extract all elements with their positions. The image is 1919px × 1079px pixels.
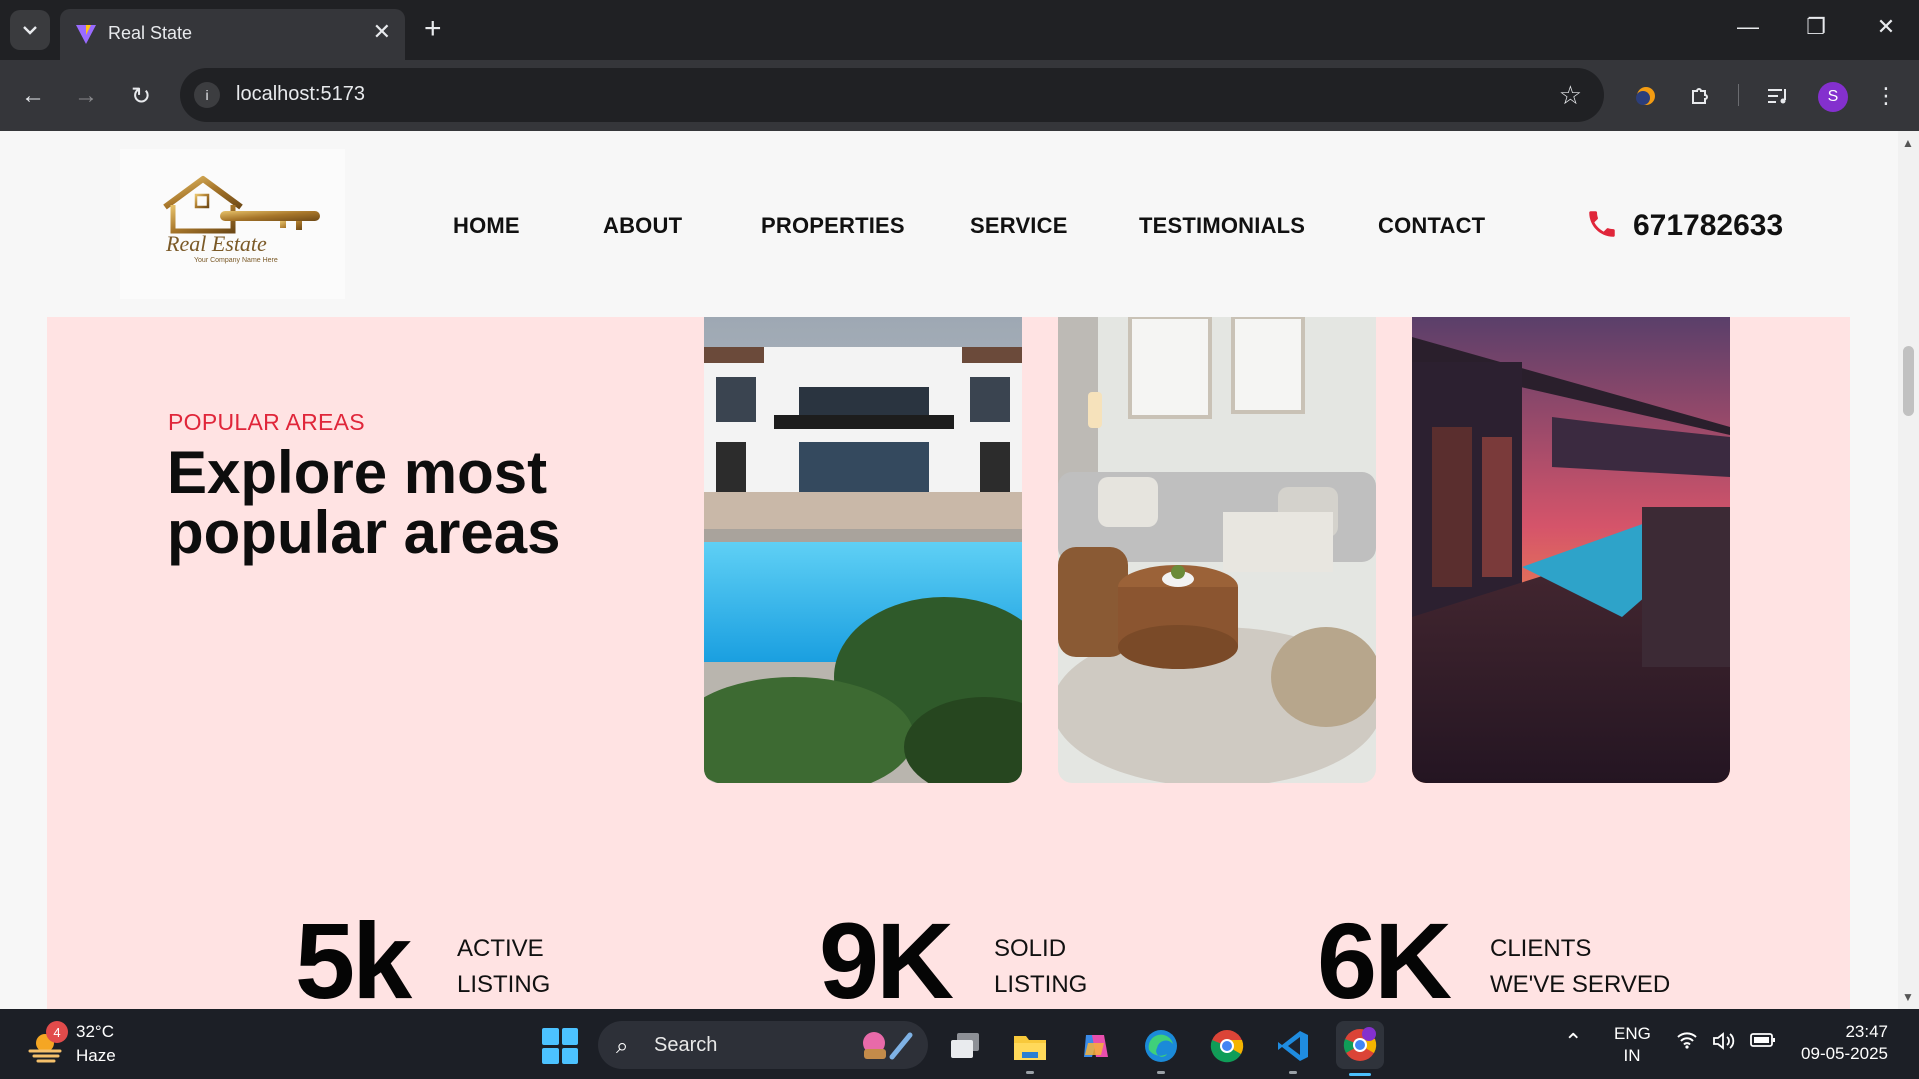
logo-subtext: Your Company Name Here bbox=[194, 257, 278, 264]
nav-contact[interactable]: CONTACT bbox=[1378, 213, 1485, 239]
windows-start-icon[interactable] bbox=[542, 1028, 578, 1064]
battery-icon[interactable] bbox=[1750, 1031, 1776, 1054]
stat-label-line: LISTING bbox=[457, 971, 551, 998]
stat-label-line: CLIENTS bbox=[1490, 935, 1592, 962]
scroll-thumb[interactable] bbox=[1903, 346, 1914, 416]
new-tab-button[interactable]: + bbox=[424, 14, 442, 44]
more-menu-icon[interactable]: ⋮ bbox=[1870, 80, 1902, 112]
stat-solid-listing-value: 9K bbox=[819, 900, 954, 1010]
villa-pool-image bbox=[704, 317, 1022, 783]
area-card-living-room[interactable] bbox=[1058, 317, 1376, 783]
nav-properties[interactable]: PROPERTIES bbox=[761, 213, 905, 239]
clock-time: 23:47 bbox=[1845, 1022, 1888, 1041]
stat-active-listing-label: ACTIVE LISTING bbox=[457, 931, 550, 1003]
back-arrow-icon[interactable]: ← bbox=[15, 78, 51, 114]
site-header: Real Estate Your Company Name Here HOME … bbox=[0, 131, 1898, 317]
nav-home[interactable]: HOME bbox=[453, 213, 520, 239]
tab-search-menu-button[interactable] bbox=[10, 10, 50, 50]
section-headline: Explore most popular areas bbox=[167, 443, 587, 563]
site-info-icon[interactable]: i bbox=[194, 82, 220, 108]
weather-condition[interactable]: Haze bbox=[76, 1046, 116, 1066]
browser-tab[interactable]: Real State ✕ bbox=[60, 9, 405, 60]
os-taskbar: 4 32°C Haze ⌕ Search ⌃ ENG IN 23:47 09-0… bbox=[0, 1009, 1919, 1079]
active-indicator bbox=[1349, 1073, 1371, 1076]
page-viewport: Real Estate Your Company Name Here HOME … bbox=[0, 131, 1898, 1009]
stat-label-line: WE'VE SERVED bbox=[1490, 971, 1671, 998]
weather-notification-badge: 4 bbox=[46, 1021, 68, 1043]
stat-clients-served-label: CLIENTS WE'VE SERVED bbox=[1490, 931, 1670, 1003]
running-indicator bbox=[1157, 1071, 1165, 1074]
tab-close-icon[interactable]: ✕ bbox=[373, 20, 391, 44]
file-explorer-icon[interactable] bbox=[1009, 1025, 1051, 1074]
stat-clients-served-value: 6K bbox=[1317, 900, 1452, 1010]
volume-icon[interactable] bbox=[1712, 1031, 1736, 1057]
media-control-icon[interactable] bbox=[1762, 80, 1794, 112]
stat-label-line: ACTIVE bbox=[457, 935, 544, 962]
forward-arrow-icon[interactable]: → bbox=[68, 78, 104, 114]
address-bar[interactable]: i localhost:5173 ☆ bbox=[180, 68, 1604, 122]
running-indicator bbox=[1026, 1071, 1034, 1074]
scroll-up-arrow-icon[interactable]: ▲ bbox=[1902, 136, 1914, 150]
phone-number[interactable]: 671782633 bbox=[1633, 209, 1783, 243]
house-key-logo-icon bbox=[163, 176, 320, 260]
tab-title: Real State bbox=[108, 23, 193, 43]
region-code: IN bbox=[1623, 1046, 1641, 1065]
extensions-puzzle-icon[interactable] bbox=[1684, 80, 1716, 112]
toolbar-divider bbox=[1738, 84, 1739, 106]
taskbar-search[interactable]: ⌕ Search bbox=[598, 1021, 928, 1069]
search-highlight-icon bbox=[863, 1032, 913, 1060]
weather-temperature[interactable]: 32°C bbox=[76, 1022, 114, 1042]
logo-text: Real Estate bbox=[166, 231, 267, 256]
nav-service[interactable]: SERVICE bbox=[970, 213, 1068, 239]
area-card-villa[interactable] bbox=[704, 317, 1022, 783]
language-code: ENG bbox=[1614, 1024, 1651, 1043]
profile-avatar[interactable]: S bbox=[1818, 82, 1848, 112]
chrome-icon[interactable] bbox=[1206, 1025, 1248, 1067]
minimize-window-icon[interactable]: — bbox=[1728, 14, 1768, 40]
system-clock[interactable]: 23:47 09-05-2025 bbox=[1796, 1021, 1888, 1065]
vite-favicon-icon bbox=[76, 25, 96, 44]
chevron-down-icon bbox=[23, 26, 37, 35]
phone-icon bbox=[1589, 211, 1615, 237]
running-indicator bbox=[1289, 1071, 1297, 1074]
close-window-icon[interactable]: ✕ bbox=[1866, 14, 1906, 40]
browser-tab-bar: Real State ✕ + — ❐ ✕ bbox=[0, 0, 1919, 60]
stat-active-listing-value: 5k bbox=[295, 900, 412, 1010]
headline-line-2: popular areas bbox=[167, 499, 561, 566]
section-eyebrow: POPULAR AREAS bbox=[168, 409, 365, 435]
reload-icon[interactable]: ↻ bbox=[123, 78, 159, 114]
browser-toolbar: ← → ↻ i localhost:5173 ☆ S ⋮ bbox=[0, 60, 1919, 131]
extension-orb-icon[interactable] bbox=[1630, 80, 1662, 112]
language-indicator[interactable]: ENG IN bbox=[1614, 1023, 1651, 1067]
vscode-icon[interactable] bbox=[1272, 1025, 1314, 1074]
popular-areas-section: POPULAR AREAS Explore most popular areas bbox=[47, 317, 1850, 1009]
wifi-icon[interactable] bbox=[1676, 1031, 1698, 1055]
bookmark-star-icon[interactable]: ☆ bbox=[1559, 80, 1582, 111]
copilot-icon[interactable] bbox=[1074, 1025, 1116, 1067]
stat-label-line: SOLID bbox=[994, 935, 1067, 962]
search-label: Search bbox=[654, 1034, 718, 1056]
task-view-icon[interactable] bbox=[944, 1025, 986, 1067]
tray-overflow-chevron-icon[interactable]: ⌃ bbox=[1564, 1029, 1582, 1055]
nav-about[interactable]: ABOUT bbox=[603, 213, 682, 239]
stat-solid-listing-label: SOLID LISTING bbox=[994, 931, 1087, 1003]
search-icon: ⌕ bbox=[616, 1033, 629, 1058]
chrome-profile-active-icon[interactable] bbox=[1336, 1021, 1384, 1076]
scroll-down-arrow-icon[interactable]: ▼ bbox=[1902, 990, 1914, 1004]
site-logo[interactable]: Real Estate Your Company Name Here bbox=[120, 149, 345, 299]
nav-testimonials[interactable]: TESTIMONIALS bbox=[1139, 213, 1305, 239]
clock-date: 09-05-2025 bbox=[1801, 1044, 1888, 1063]
restore-window-icon[interactable]: ❐ bbox=[1796, 14, 1836, 40]
page-scrollbar[interactable]: ▲ ▼ bbox=[1898, 131, 1919, 1009]
address-url[interactable]: localhost:5173 bbox=[236, 83, 365, 106]
edge-browser-icon[interactable] bbox=[1140, 1025, 1182, 1074]
sunset-pool-image bbox=[1412, 317, 1730, 783]
area-card-sunset-pool[interactable] bbox=[1412, 317, 1730, 783]
living-room-image bbox=[1058, 317, 1376, 783]
stat-label-line: LISTING bbox=[994, 971, 1088, 998]
headline-line-1: Explore most bbox=[167, 439, 548, 506]
